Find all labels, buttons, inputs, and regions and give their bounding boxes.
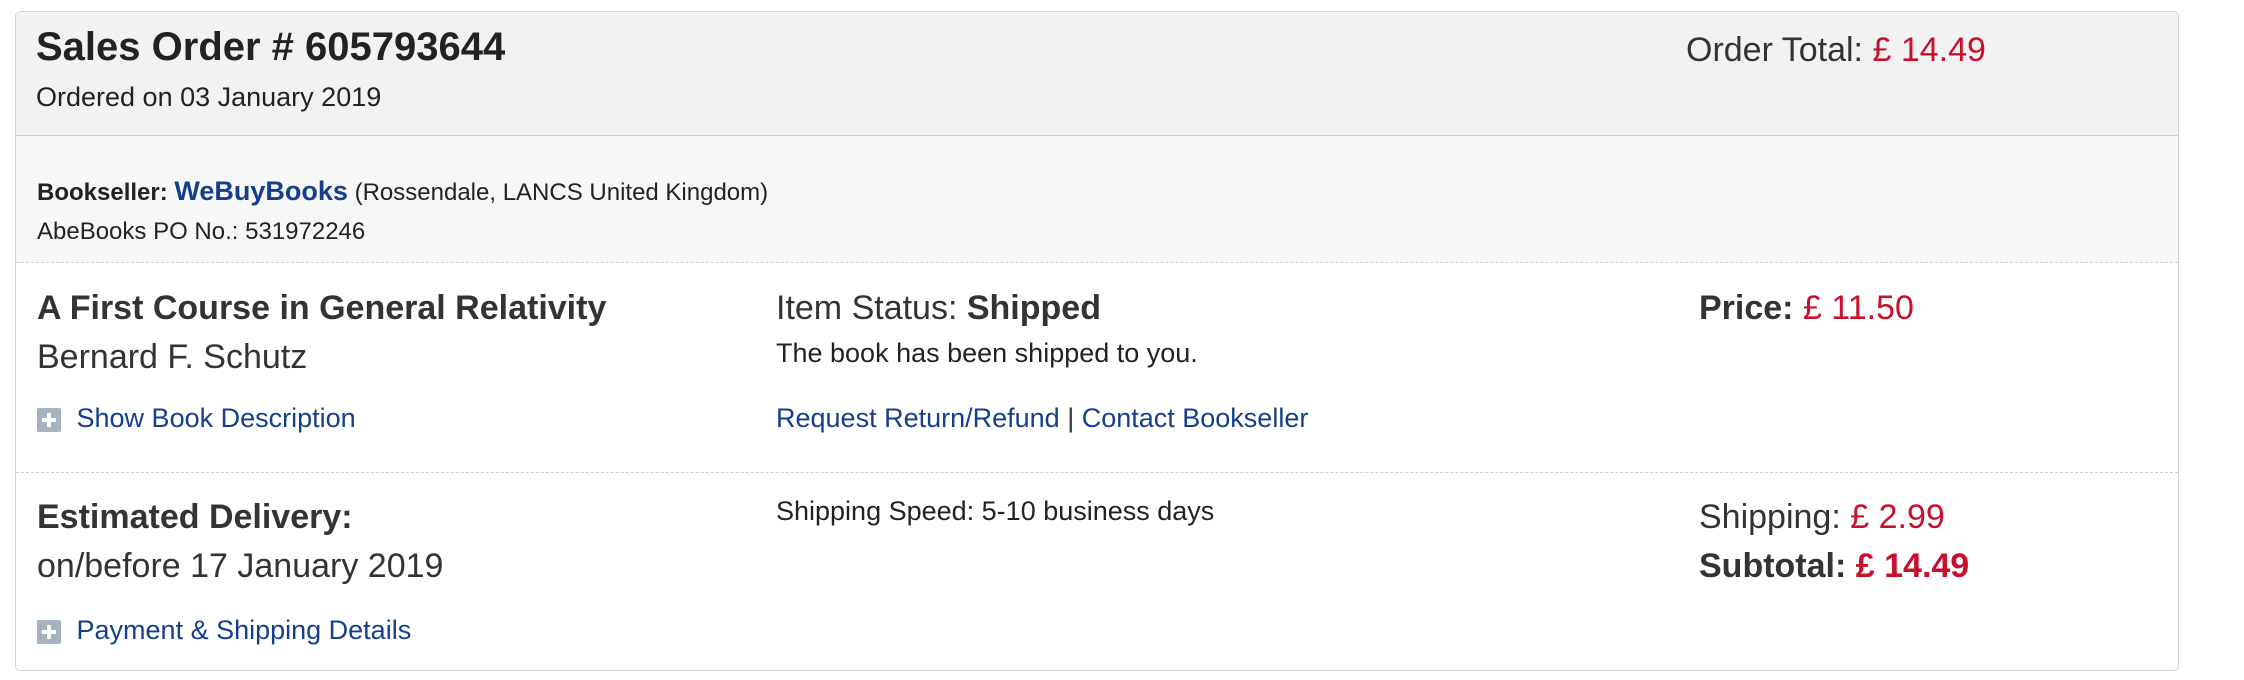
payment-details-link[interactable]: Payment & Shipping Details <box>77 615 412 645</box>
link-separator: | <box>1067 403 1075 433</box>
item-status-description: The book has been shipped to you. <box>776 338 1198 368</box>
item-status: Item Status: Shipped <box>776 289 1101 328</box>
ordered-date: Ordered on 03 January 2019 <box>36 82 382 112</box>
show-description-toggle[interactable]: Show Book Description <box>37 403 356 434</box>
order-title: Sales Order # 605793644 <box>36 25 506 69</box>
seller-section: Bookseller: WeBuyBooks (Rossendale, LANC… <box>16 136 2178 262</box>
item-status-value: Shipped <box>966 289 1101 327</box>
order-total: Order Total: £ 14.49 <box>1686 31 1986 70</box>
bookseller-label: Bookseller: <box>37 179 168 206</box>
shipping-cost: Shipping: £ 2.99 <box>1699 498 1945 537</box>
shipping-label: Shipping: <box>1699 498 1841 536</box>
plus-icon <box>37 619 61 644</box>
book-title: A First Course in General Relativity <box>37 289 607 327</box>
bookseller-location: (Rossendale, LANCS United Kingdom) <box>354 179 769 206</box>
price-value: £ 11.50 <box>1802 289 1914 327</box>
po-number: AbeBooks PO No.: 531972246 <box>37 218 366 245</box>
book-author: Bernard F. Schutz <box>37 338 308 376</box>
contact-bookseller-link[interactable]: Contact Bookseller <box>1082 403 1309 433</box>
estimated-delivery-label: Estimated Delivery: <box>37 498 353 536</box>
payment-details-toggle[interactable]: Payment & Shipping Details <box>37 615 411 646</box>
order-total-label: Order Total: <box>1686 31 1864 69</box>
shipping-value: £ 2.99 <box>1850 498 1945 536</box>
subtotal-value: £ 14.49 <box>1855 547 1970 585</box>
price-label: Price: <box>1699 289 1794 327</box>
item-price: Price: £ 11.50 <box>1699 289 1914 328</box>
order-total-value: £ 14.49 <box>1872 31 1986 69</box>
sales-order-card: Sales Order # 605793644 Ordered on 03 Ja… <box>15 11 2179 671</box>
bookseller-link[interactable]: WeBuyBooks <box>174 176 348 206</box>
order-header: Sales Order # 605793644 Ordered on 03 Ja… <box>16 12 2178 136</box>
bookseller-line: Bookseller: WeBuyBooks (Rossendale, LANC… <box>37 176 768 207</box>
request-return-link[interactable]: Request Return/Refund <box>776 403 1060 433</box>
divider <box>16 472 2178 473</box>
show-description-link[interactable]: Show Book Description <box>77 403 356 433</box>
divider <box>16 262 2178 263</box>
item-status-label: Item Status: <box>776 289 958 327</box>
subtotal-label: Subtotal: <box>1699 547 1847 585</box>
plus-icon <box>37 407 61 432</box>
item-actions: Request Return/Refund | Contact Booksell… <box>776 403 1308 434</box>
estimated-delivery-date: on/before 17 January 2019 <box>37 547 444 585</box>
subtotal: Subtotal: £ 14.49 <box>1699 547 1969 586</box>
shipping-speed: Shipping Speed: 5-10 business days <box>776 496 1215 526</box>
